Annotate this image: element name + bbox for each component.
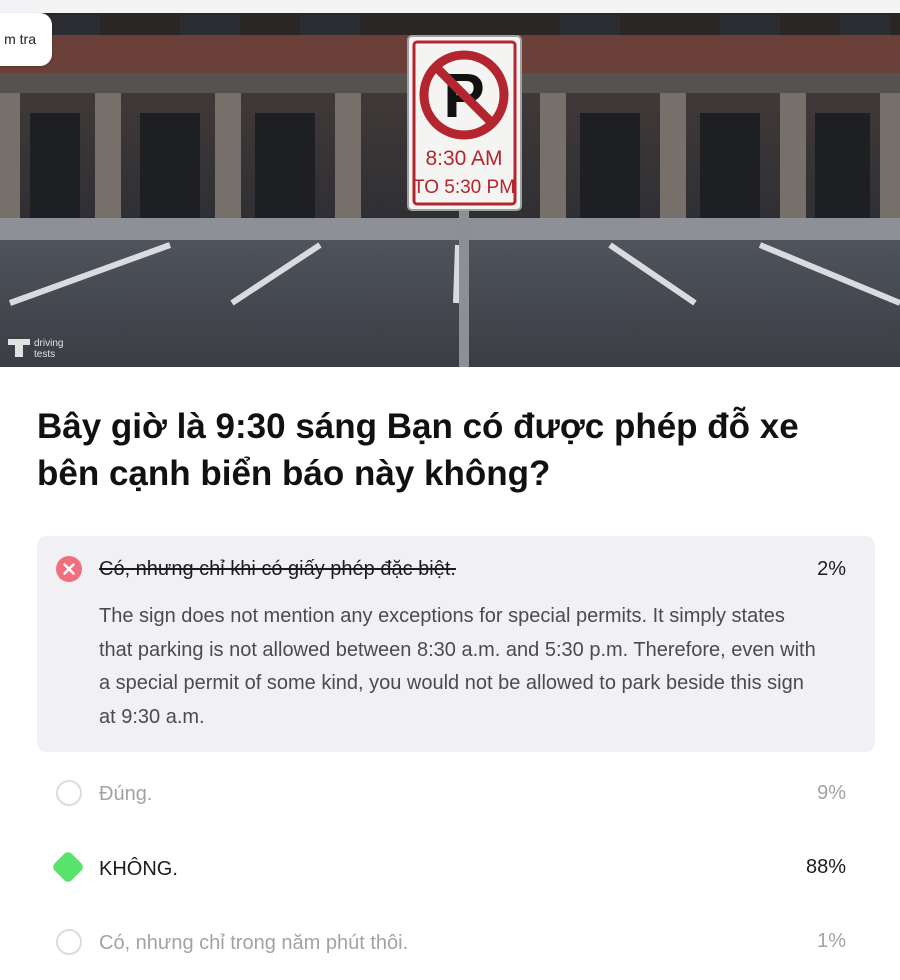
answer-option-4[interactable]: Có, nhưng chỉ trong năm phút thôi. 1% (37, 925, 875, 961)
sign-line-1: 8:30 AM (425, 147, 502, 170)
sign-line-2: TO 5:30 PM (413, 177, 515, 198)
answer-label: Có, nhưng chỉ trong năm phút thôi. (99, 932, 409, 954)
radio-circle-icon (56, 780, 82, 806)
answer-label: Đúng. (99, 783, 153, 805)
answer-label: Có, nhưng chỉ khi có giấy phép đặc biệt. (99, 558, 456, 580)
answer-explanation: The sign does not mention any exceptions… (99, 605, 816, 728)
answer-option-3[interactable]: KHÔNG. 88% (37, 850, 875, 886)
answer-percent: 2% (817, 558, 846, 580)
answer-percent: 9% (817, 782, 846, 804)
answer-option-1[interactable]: Có, nhưng chỉ khi có giấy phép đặc biệt.… (37, 536, 875, 752)
back-button[interactable]: m tra (0, 13, 52, 66)
answer-percent: 1% (817, 930, 846, 952)
answer-label: KHÔNG. (99, 858, 178, 880)
question-image: P 8:30 AM TO 5:30 PM driving tests (0, 13, 900, 367)
question-title: Bây giờ là 9:30 sáng Bạn có được phép đỗ… (37, 407, 799, 493)
watermark-line-1: driving (34, 338, 63, 349)
watermark-line-2: tests (34, 349, 55, 360)
correct-diamond-icon (51, 850, 85, 884)
radio-circle-icon (56, 929, 82, 955)
back-button-label: m tra (4, 31, 36, 47)
x-circle-icon (56, 556, 82, 582)
answer-percent: 88% (805, 856, 846, 878)
answer-option-2[interactable]: Đúng. 9% (37, 776, 875, 812)
top-strip (0, 0, 900, 13)
